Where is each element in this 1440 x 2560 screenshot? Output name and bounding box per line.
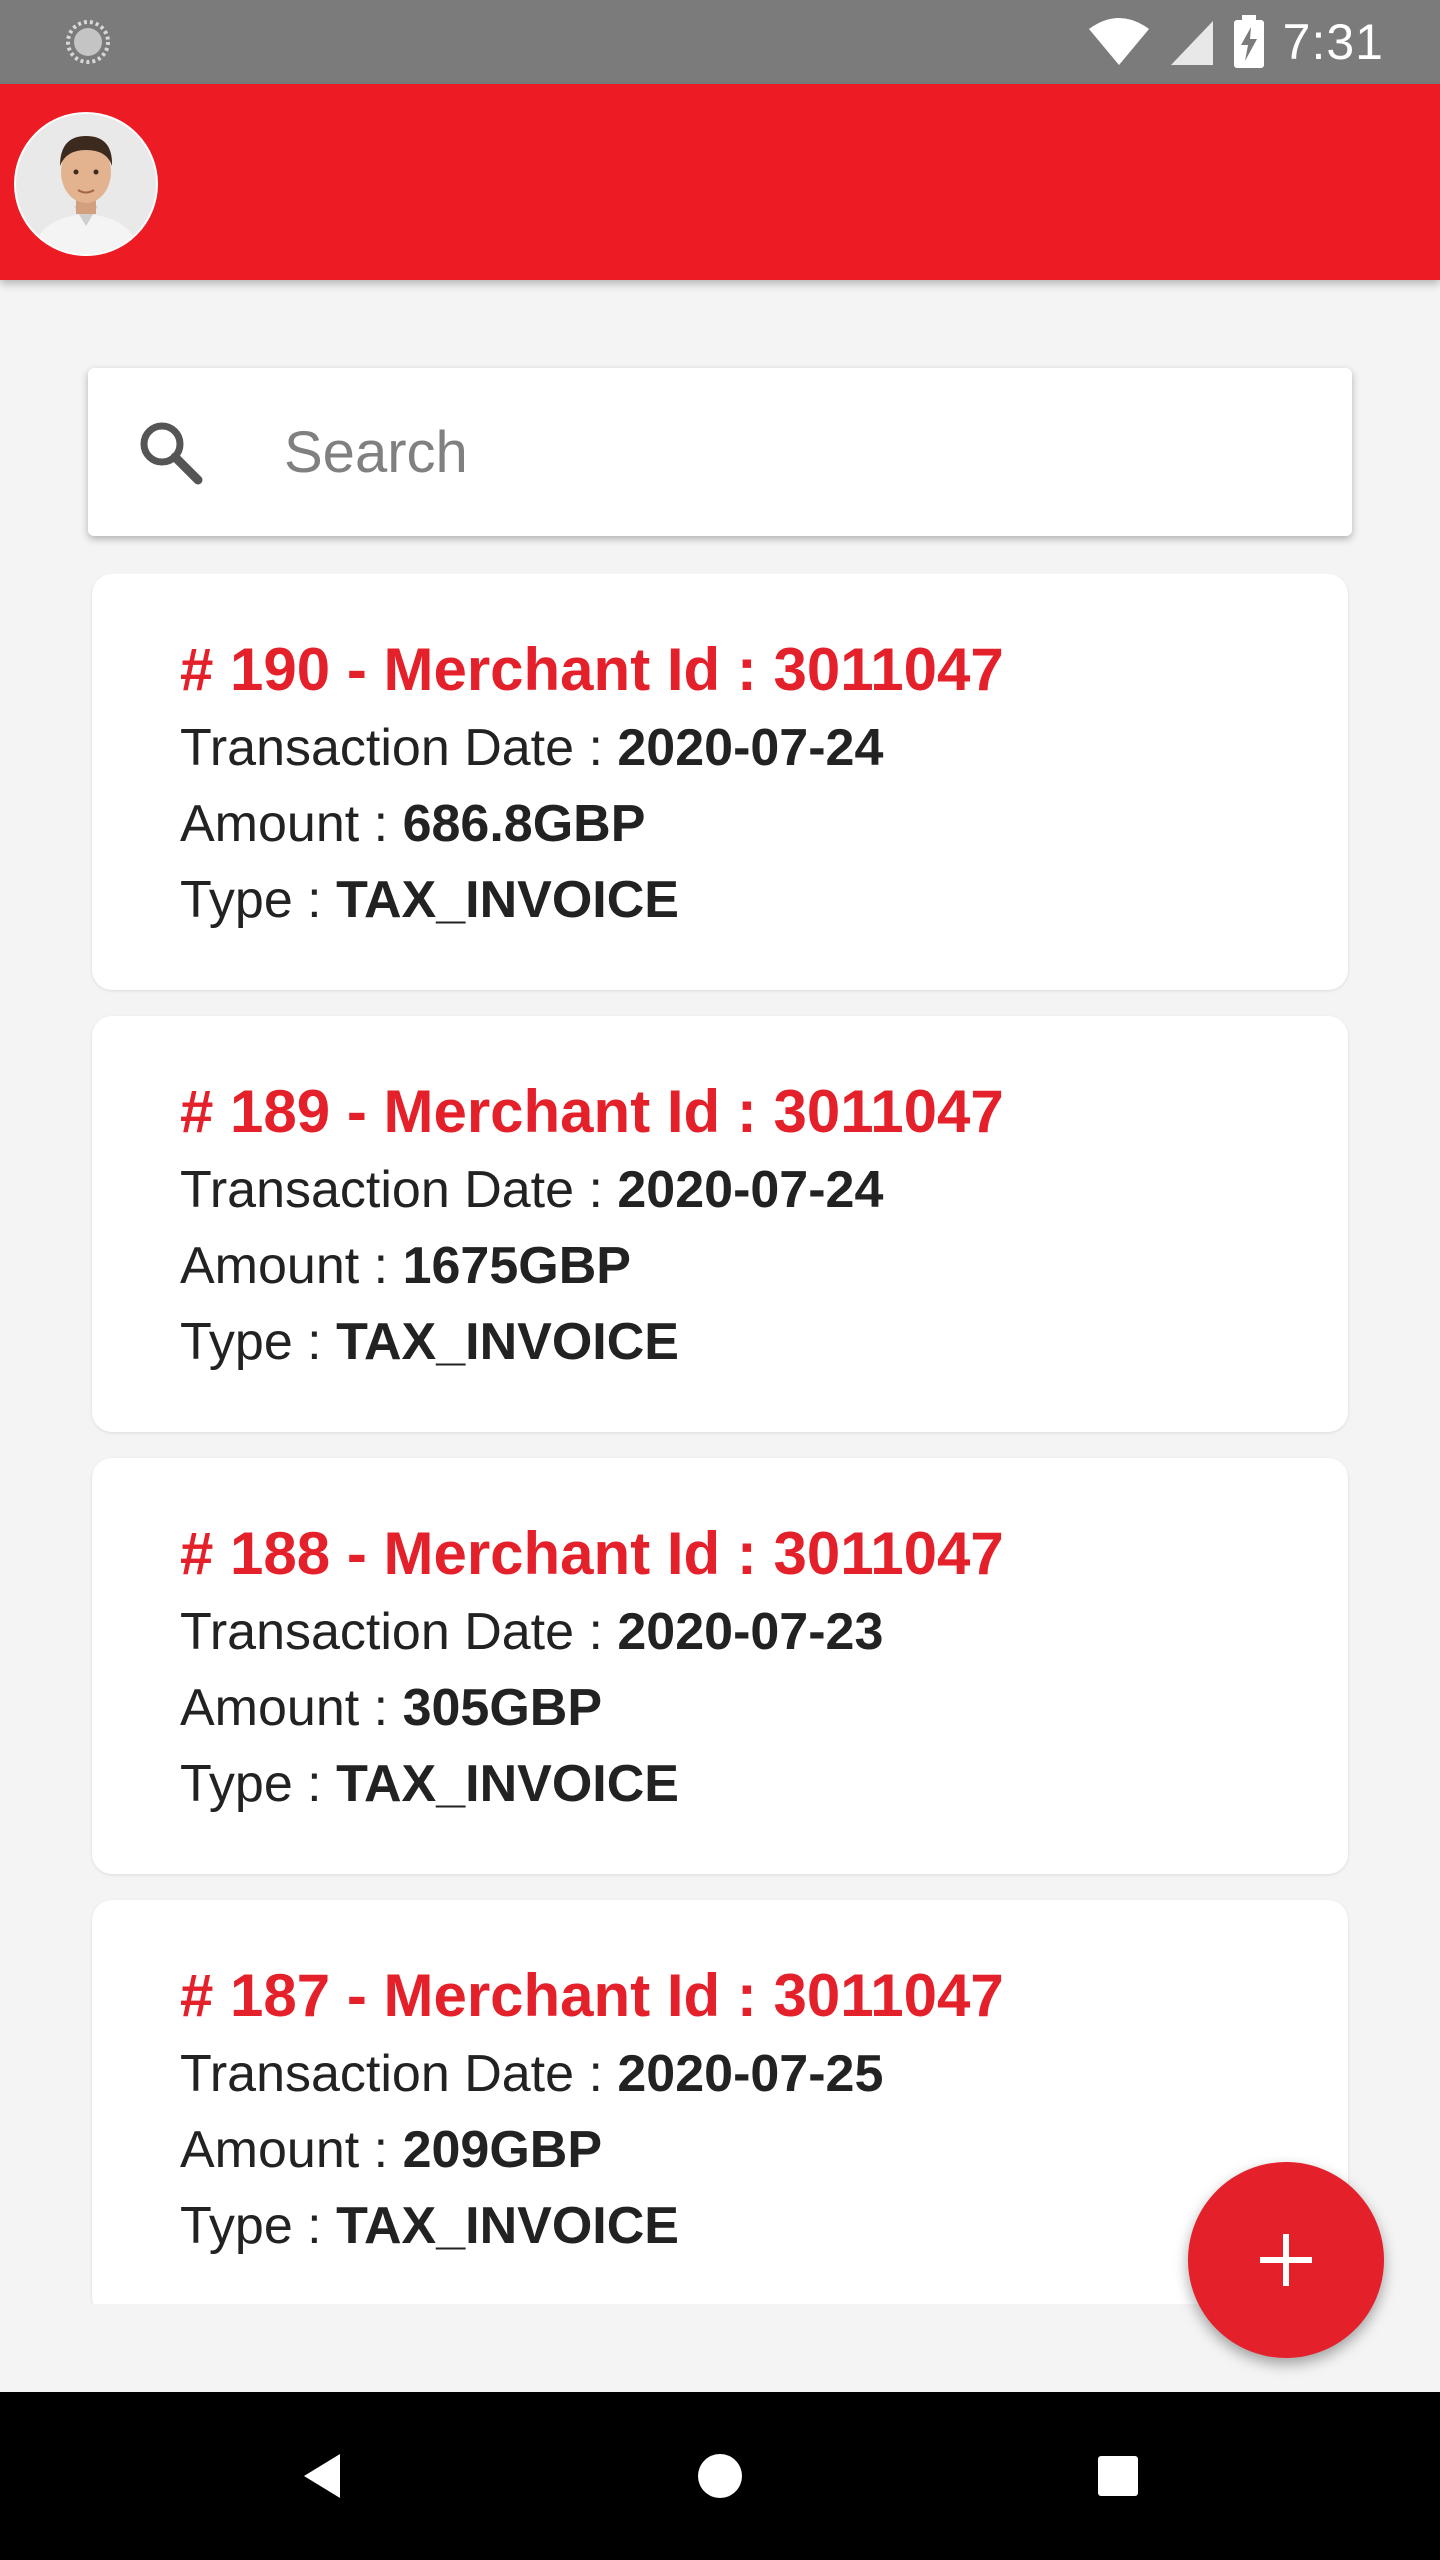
transaction-type-row: Type : TAX_INVOICE: [180, 862, 1348, 938]
home-icon: [698, 2454, 742, 2498]
transaction-amount-label: Amount :: [180, 795, 389, 853]
transaction-type-value: TAX_INVOICE: [336, 2197, 679, 2255]
search-icon[interactable]: [136, 418, 204, 486]
avatar-icon: [16, 114, 156, 254]
transaction-type-row: Type : TAX_INVOICE: [180, 1746, 1348, 1822]
transaction-title: # 188 - Merchant Id : 3011047: [180, 1520, 1004, 1587]
transaction-date-value: 2020-07-25: [617, 2045, 884, 2103]
transaction-amount-value: 1675GBP: [402, 1237, 631, 1295]
transaction-amount-label: Amount :: [180, 2121, 389, 2179]
transaction-date-row: Transaction Date : 2020-07-24: [180, 710, 1348, 786]
transaction-title: # 189 - Merchant Id : 3011047: [180, 1078, 1004, 1145]
transaction-amount-value: 686.8GBP: [402, 795, 646, 853]
transaction-date-row: Transaction Date : 2020-07-25: [180, 2036, 1348, 2112]
add-transaction-button[interactable]: [1188, 2162, 1384, 2358]
transaction-date-label: Transaction Date :: [180, 1161, 603, 1219]
transaction-card[interactable]: # 190 - Merchant Id : 3011047 Transactio…: [92, 574, 1348, 990]
recents-icon: [1098, 2456, 1138, 2496]
transaction-type-label: Type :: [180, 871, 322, 929]
transaction-type-value: TAX_INVOICE: [336, 1313, 679, 1371]
transaction-card[interactable]: # 188 - Merchant Id : 3011047 Transactio…: [92, 1458, 1348, 1874]
transaction-date-label: Transaction Date :: [180, 719, 603, 777]
transaction-amount-label: Amount :: [180, 1237, 389, 1295]
transaction-type-label: Type :: [180, 2197, 322, 2255]
battery-charging-icon: [1233, 15, 1264, 68]
home-button[interactable]: [678, 2434, 762, 2518]
transaction-card[interactable]: # 187 - Merchant Id : 3011047 Transactio…: [92, 1900, 1348, 2304]
transaction-amount-row: Amount : 209GBP: [180, 2112, 1348, 2188]
recents-button[interactable]: [1076, 2434, 1160, 2518]
transaction-type-row: Type : TAX_INVOICE: [180, 1304, 1348, 1380]
app-bar: [0, 84, 1440, 280]
transaction-amount-row: Amount : 686.8GBP: [180, 786, 1348, 862]
status-icons: 7:31: [1087, 0, 1384, 84]
transaction-type-label: Type :: [180, 1313, 322, 1371]
transaction-list[interactable]: # 190 - Merchant Id : 3011047 Transactio…: [88, 574, 1352, 2304]
transaction-type-label: Type :: [180, 1755, 322, 1813]
status-bar: 7:31: [0, 0, 1440, 84]
user-avatar[interactable]: [14, 112, 158, 256]
loading-icon: [66, 20, 110, 64]
transaction-amount-value: 209GBP: [402, 2121, 603, 2179]
transaction-type-value: TAX_INVOICE: [336, 1755, 679, 1813]
transaction-date-value: 2020-07-24: [617, 1161, 884, 1219]
transaction-amount-row: Amount : 1675GBP: [180, 1228, 1348, 1304]
transaction-type-row: Type : TAX_INVOICE: [180, 2188, 1348, 2264]
transaction-date-label: Transaction Date :: [180, 2045, 603, 2103]
back-icon: [304, 2454, 340, 2498]
transaction-amount-label: Amount :: [180, 1679, 389, 1737]
plus-icon: [1260, 2234, 1312, 2286]
transaction-title: # 190 - Merchant Id : 3011047: [180, 636, 1004, 703]
search-input[interactable]: [284, 392, 1304, 512]
back-button[interactable]: [280, 2434, 364, 2518]
transaction-amount-row: Amount : 305GBP: [180, 1670, 1348, 1746]
transaction-date-value: 2020-07-24: [617, 719, 884, 777]
wifi-icon: [1088, 18, 1149, 65]
transaction-date-row: Transaction Date : 2020-07-24: [180, 1152, 1348, 1228]
transaction-amount-value: 305GBP: [402, 1679, 603, 1737]
transaction-type-value: TAX_INVOICE: [336, 871, 679, 929]
transaction-date-label: Transaction Date :: [180, 1603, 603, 1661]
search-bar[interactable]: [88, 368, 1352, 536]
transaction-date-row: Transaction Date : 2020-07-23: [180, 1594, 1348, 1670]
transaction-card[interactable]: # 189 - Merchant Id : 3011047 Transactio…: [92, 1016, 1348, 1432]
transaction-title: # 187 - Merchant Id : 3011047: [180, 1962, 1004, 2029]
status-time: 7:31: [1282, 14, 1384, 70]
navigation-bar: [0, 2392, 1440, 2560]
cell-signal-icon: [1170, 21, 1213, 65]
transaction-date-value: 2020-07-23: [617, 1603, 884, 1661]
